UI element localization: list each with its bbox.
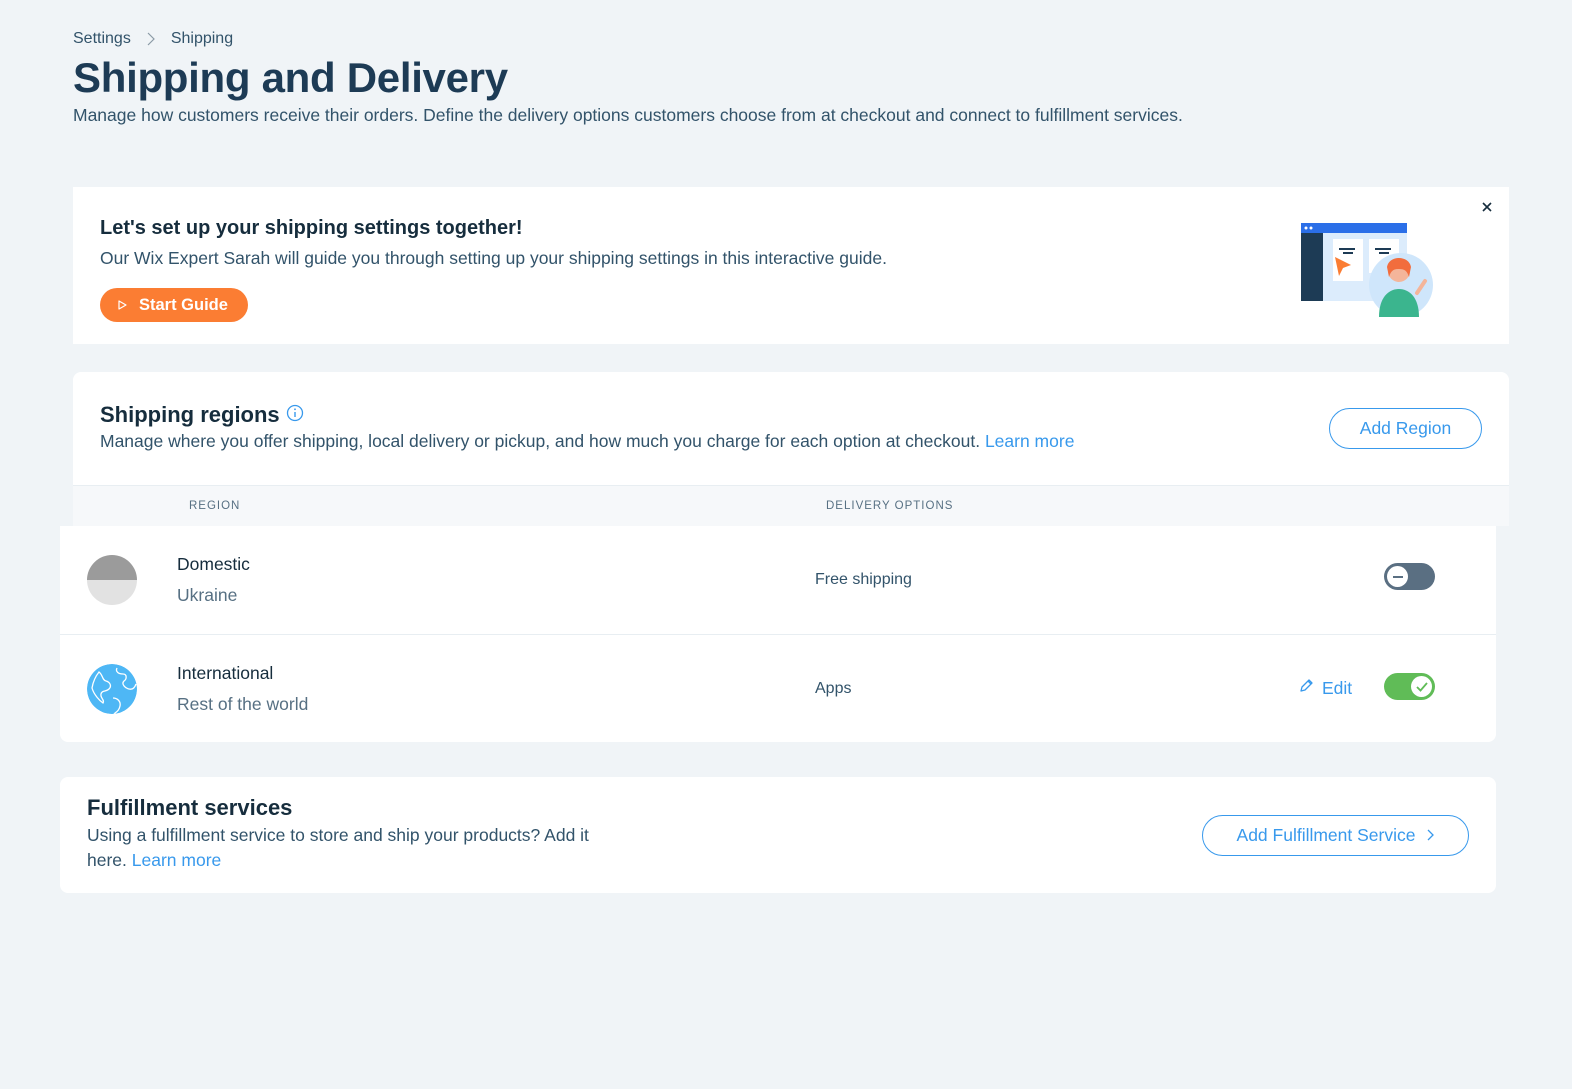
play-icon bbox=[118, 296, 127, 315]
region-countries: Rest of the world bbox=[177, 694, 309, 714]
toggle-off-icon bbox=[1387, 566, 1408, 587]
table-row[interactable]: International Rest of the world Apps Edi… bbox=[60, 634, 1496, 742]
flag-icon bbox=[87, 555, 137, 605]
breadcrumb-item-settings[interactable]: Settings bbox=[73, 30, 131, 48]
page-title: Shipping and Delivery bbox=[73, 54, 508, 101]
region-toggle-international[interactable] bbox=[1384, 673, 1435, 700]
add-fulfillment-service-button[interactable]: Add Fulfillment Service bbox=[1202, 815, 1469, 856]
breadcrumb: Settings Shipping bbox=[73, 30, 233, 48]
shipping-regions-description: Manage where you offer shipping, local d… bbox=[100, 429, 1074, 454]
column-header-region: REGION bbox=[189, 500, 241, 512]
column-header-delivery-options: DELIVERY OPTIONS bbox=[826, 500, 954, 512]
start-guide-label: Start Guide bbox=[139, 295, 228, 314]
chevron-right-icon bbox=[147, 32, 155, 46]
start-guide-button[interactable]: Start Guide bbox=[100, 288, 248, 322]
shipping-regions-card: Shipping regions Manage where you offer … bbox=[73, 372, 1509, 526]
breadcrumb-item-shipping: Shipping bbox=[170, 30, 234, 47]
fulfillment-learn-more-link[interactable]: Learn more bbox=[132, 850, 222, 870]
edit-label: Edit bbox=[1322, 678, 1353, 698]
fulfillment-description: Using a fulfillment service to store and… bbox=[87, 823, 589, 873]
chevron-right-icon bbox=[1427, 825, 1435, 846]
guide-title: Let's set up your shipping settings toge… bbox=[100, 217, 523, 239]
checkmark-icon bbox=[1411, 676, 1432, 697]
shipping-regions-title-text: Shipping regions bbox=[100, 402, 280, 427]
guide-description: Our Wix Expert Sarah will guide you thro… bbox=[100, 248, 887, 268]
table-row[interactable]: Domestic Ukraine Free shipping bbox=[60, 526, 1496, 634]
close-icon[interactable] bbox=[1479, 199, 1495, 215]
add-fulfillment-service-label: Add Fulfillment Service bbox=[1236, 825, 1416, 845]
fulfillment-services-card: Fulfillment services Using a fulfillment… bbox=[60, 777, 1496, 893]
shipping-regions-title: Shipping regions bbox=[100, 402, 304, 428]
setup-guide-card: Let's set up your shipping settings toge… bbox=[73, 187, 1509, 344]
region-name: Domestic bbox=[177, 554, 250, 574]
globe-icon bbox=[87, 664, 137, 714]
regions-table-header: REGION DELIVERY OPTIONS bbox=[73, 485, 1509, 526]
fulfillment-description-line2: here. bbox=[87, 850, 127, 870]
delivery-options: Apps bbox=[815, 680, 852, 697]
regions-description-text: Manage where you offer shipping, local d… bbox=[100, 431, 981, 451]
region-name: International bbox=[177, 663, 274, 683]
regions-learn-more-link[interactable]: Learn more bbox=[985, 431, 1075, 451]
region-countries: Ukraine bbox=[177, 585, 238, 605]
fulfillment-title: Fulfillment services bbox=[87, 795, 293, 820]
add-region-button[interactable]: Add Region bbox=[1329, 408, 1482, 449]
delivery-options: Free shipping bbox=[815, 571, 912, 588]
pencil-icon bbox=[1298, 678, 1314, 699]
info-icon[interactable] bbox=[286, 402, 304, 428]
guide-illustration bbox=[1299, 219, 1439, 321]
fulfillment-description-line1: Using a fulfillment service to store and… bbox=[87, 825, 589, 845]
regions-table-body: Domestic Ukraine Free shipping Internati… bbox=[60, 526, 1496, 742]
page-description: Manage how customers receive their order… bbox=[73, 105, 1183, 125]
edit-region-button[interactable]: Edit bbox=[1298, 678, 1352, 699]
region-toggle-domestic[interactable] bbox=[1384, 563, 1435, 590]
